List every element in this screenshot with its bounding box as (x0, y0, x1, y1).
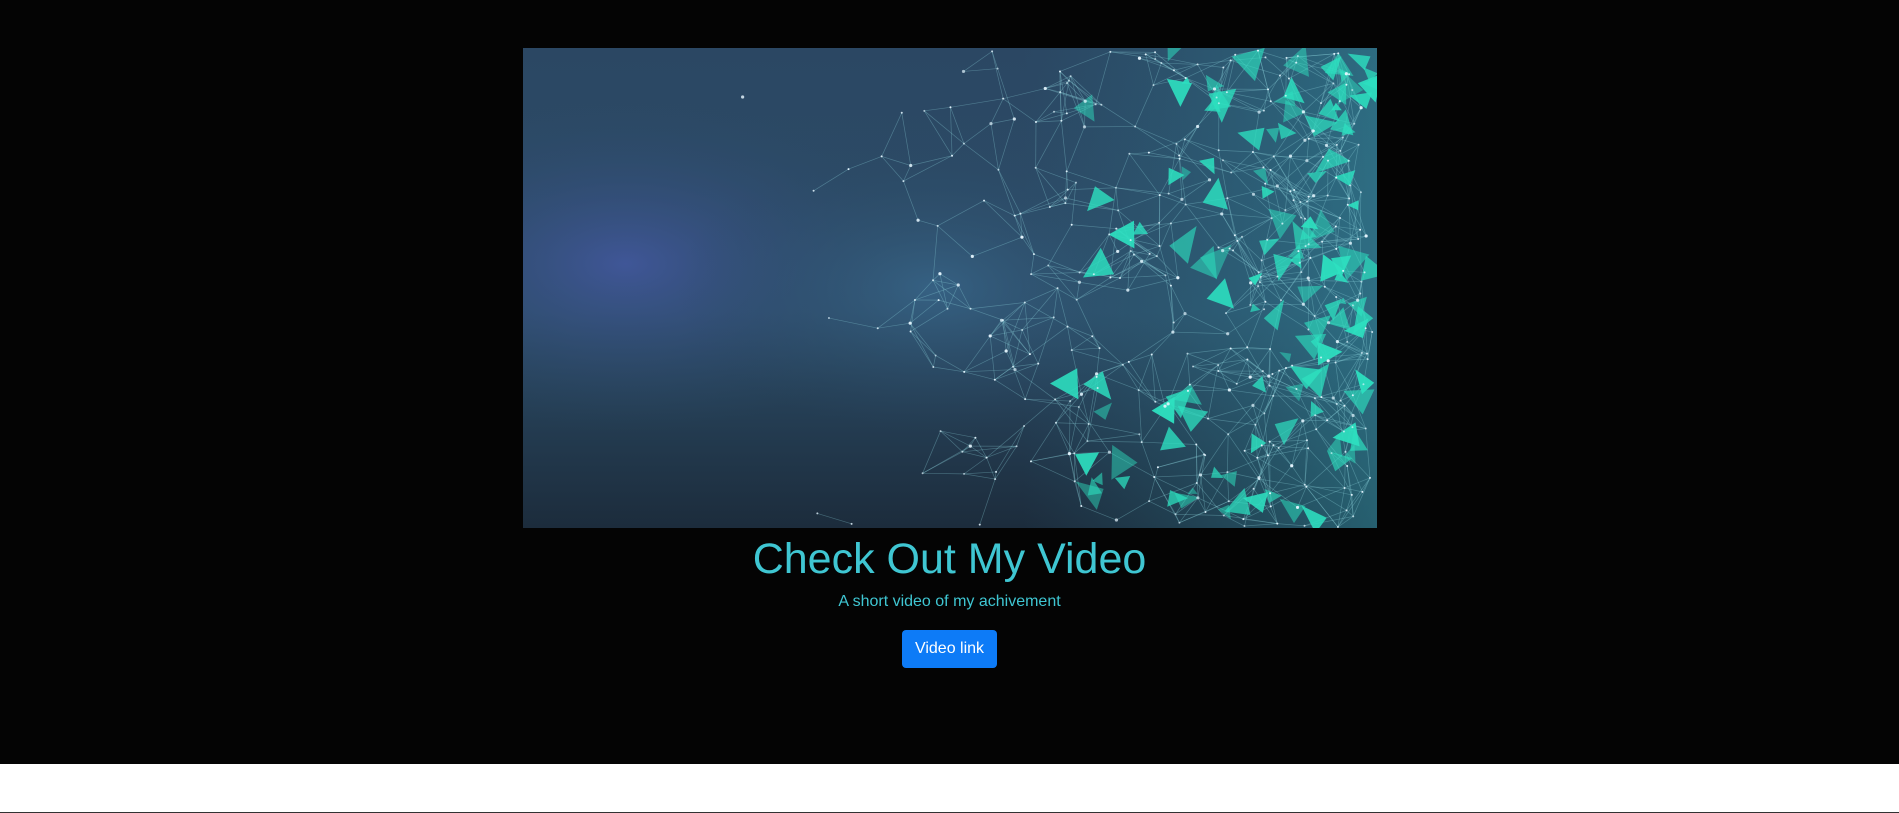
page-subtitle: A short video of my achivement (838, 593, 1061, 610)
page-title: Check Out My Video (752, 535, 1147, 583)
video-link-button[interactable]: Video link (902, 630, 997, 668)
footer-strip (0, 764, 1899, 813)
particle-network-image (523, 48, 1377, 528)
video-section: Check Out My Video A short video of my a… (0, 0, 1899, 764)
video-thumbnail[interactable] (523, 48, 1377, 528)
